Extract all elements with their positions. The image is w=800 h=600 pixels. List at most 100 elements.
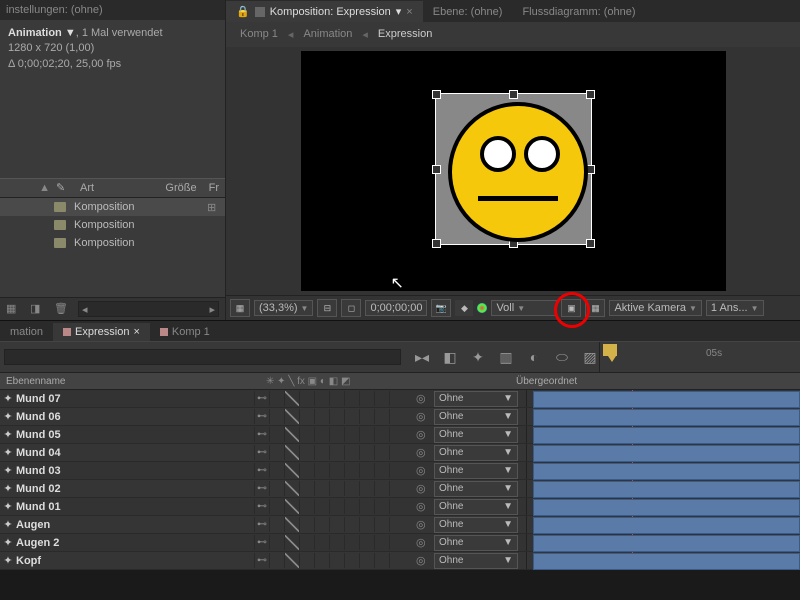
resize-handle[interactable] — [432, 165, 441, 174]
layer-track[interactable] — [526, 480, 800, 497]
switch-cell[interactable] — [314, 445, 329, 460]
switch-cell[interactable] — [344, 553, 359, 568]
pickwhip-icon[interactable]: ◎ — [416, 428, 430, 441]
layer-row[interactable]: ✦Mund 07⊷◎Ohne▼ — [0, 390, 800, 408]
switch-cell[interactable] — [284, 445, 299, 460]
crumb[interactable]: Animation — [303, 28, 352, 41]
layer-bar[interactable] — [533, 409, 800, 426]
twirl-icon[interactable]: ✦ — [0, 554, 16, 567]
parent-dropdown[interactable]: Ohne▼ — [434, 427, 518, 443]
switch-cell[interactable] — [269, 409, 284, 424]
switch-cell[interactable] — [374, 535, 389, 550]
trash-icon[interactable]: 🗑 — [54, 302, 68, 316]
switch-cell[interactable] — [389, 481, 404, 496]
switch-cell[interactable] — [314, 463, 329, 478]
resize-handle[interactable] — [509, 90, 518, 99]
switch-cell[interactable] — [359, 463, 374, 478]
project-item[interactable]: Komposition — [0, 216, 225, 234]
pickwhip-icon[interactable]: ◎ — [416, 446, 430, 459]
layer-track[interactable] — [526, 390, 800, 407]
resize-handle[interactable] — [432, 90, 441, 99]
switch-cell[interactable] — [269, 463, 284, 478]
twirl-icon[interactable]: ✦ — [0, 536, 16, 549]
layer-name[interactable]: Augen — [16, 519, 250, 531]
ratio-icon[interactable]: ⊟ — [317, 299, 337, 317]
switch-cell[interactable] — [314, 535, 329, 550]
layer-bar[interactable] — [533, 535, 800, 552]
switch-cell[interactable] — [329, 391, 344, 406]
transparency-icon[interactable]: ▦ — [585, 299, 605, 317]
switch-cell[interactable] — [359, 445, 374, 460]
shy-icon[interactable]: ✦ — [469, 348, 487, 366]
sort-arrow-icon[interactable]: ▲ — [0, 182, 50, 194]
switch-cell[interactable] — [269, 391, 284, 406]
layer-bar[interactable] — [533, 553, 800, 570]
switch-cell[interactable] — [389, 535, 404, 550]
switch-cell[interactable] — [389, 427, 404, 442]
switch-cell[interactable] — [359, 391, 374, 406]
resize-handle[interactable] — [432, 239, 441, 248]
switch-cell[interactable] — [374, 409, 389, 424]
switch-cell[interactable] — [269, 481, 284, 496]
switch-cell[interactable] — [269, 427, 284, 442]
layer-name[interactable]: Mund 04 — [16, 447, 250, 459]
comp-mini-icon[interactable]: ▸◂ — [413, 348, 431, 366]
switch-cell[interactable] — [344, 445, 359, 460]
channel-icon[interactable]: ◆ — [455, 300, 473, 316]
switch-cell[interactable]: ⊷ — [254, 535, 269, 550]
switch-cell[interactable] — [269, 553, 284, 568]
switch-cell[interactable] — [299, 445, 314, 460]
col-size[interactable]: Größe — [159, 180, 202, 196]
switch-cell[interactable] — [374, 463, 389, 478]
switch-cell[interactable] — [314, 499, 329, 514]
layer-row[interactable]: ✦Mund 06⊷◎Ohne▼ — [0, 408, 800, 426]
switch-cell[interactable]: ⊷ — [254, 409, 269, 424]
switch-cell[interactable]: ⊷ — [254, 445, 269, 460]
layer-name[interactable]: Augen 2 — [16, 537, 250, 549]
switch-cell[interactable] — [344, 409, 359, 424]
zoom-dropdown[interactable]: (33,3%)▼ — [254, 300, 313, 316]
switch-cell[interactable] — [314, 553, 329, 568]
twirl-icon[interactable]: ✦ — [0, 464, 16, 477]
switch-cell[interactable] — [314, 481, 329, 496]
close-icon[interactable]: × — [406, 6, 412, 18]
parent-dropdown[interactable]: Ohne▼ — [434, 517, 518, 533]
col-parent[interactable]: Übergeordnet — [510, 376, 583, 387]
pickwhip-icon[interactable]: ◎ — [416, 518, 430, 531]
switch-cell[interactable] — [374, 427, 389, 442]
layer-row[interactable]: ✦Mund 05⊷◎Ohne▼ — [0, 426, 800, 444]
switch-cell[interactable] — [389, 409, 404, 424]
switch-cell[interactable] — [284, 553, 299, 568]
layer-track[interactable] — [526, 552, 800, 569]
switch-cell[interactable] — [344, 499, 359, 514]
switch-cell[interactable] — [299, 427, 314, 442]
switch-cell[interactable] — [284, 535, 299, 550]
switch-cell[interactable] — [299, 553, 314, 568]
switch-cell[interactable] — [284, 427, 299, 442]
time-display[interactable]: 0;00;00;00 — [365, 300, 427, 316]
switch-cell[interactable] — [329, 499, 344, 514]
twirl-icon[interactable]: ✦ — [0, 518, 16, 531]
layer-track[interactable] — [526, 426, 800, 443]
switch-cell[interactable]: ⊷ — [254, 517, 269, 532]
switch-cell[interactable] — [359, 517, 374, 532]
project-scrollbar[interactable]: ◂▸ — [78, 301, 219, 317]
switch-cell[interactable] — [344, 427, 359, 442]
layer-track[interactable] — [526, 516, 800, 533]
snapshot-icon[interactable]: 📷 — [431, 299, 451, 317]
flowchart-icon[interactable]: ⊞ — [207, 201, 219, 213]
col-layername[interactable]: Ebenenname — [0, 376, 260, 387]
twirl-icon[interactable]: ✦ — [0, 446, 16, 459]
switch-cell[interactable] — [389, 463, 404, 478]
parent-dropdown[interactable]: Ohne▼ — [434, 391, 518, 407]
layer-name[interactable]: Mund 02 — [16, 483, 250, 495]
resize-handle[interactable] — [586, 90, 595, 99]
switch-cell[interactable] — [359, 409, 374, 424]
switch-cell[interactable] — [359, 535, 374, 550]
layer-name[interactable]: Mund 05 — [16, 429, 250, 441]
close-icon[interactable]: × — [133, 326, 139, 338]
project-list[interactable]: Komposition⊞ Komposition Komposition — [0, 198, 225, 297]
switch-cell[interactable] — [299, 409, 314, 424]
switch-cell[interactable] — [299, 499, 314, 514]
tab-layer[interactable]: Ebene: (ohne) — [423, 2, 513, 22]
